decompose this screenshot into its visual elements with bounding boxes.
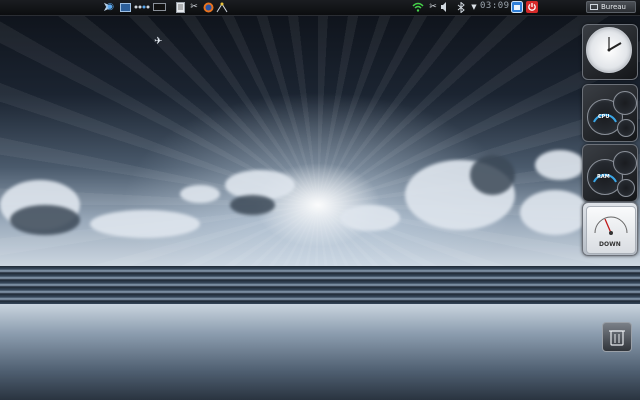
cloud xyxy=(90,210,200,238)
scissors-icon[interactable]: ✂ xyxy=(427,1,439,13)
cpu-secondary-dial xyxy=(613,91,637,115)
document-icon[interactable] xyxy=(174,1,186,13)
clock-gadget[interactable] xyxy=(582,24,638,80)
ram-small-dial xyxy=(617,179,635,197)
network-tool-icon[interactable] xyxy=(216,1,228,13)
show-desktop-label: Bureau xyxy=(601,3,626,11)
desktop-icon xyxy=(590,4,598,10)
volume-icon[interactable] xyxy=(439,1,451,13)
wifi-icon[interactable] xyxy=(412,1,424,13)
beach xyxy=(0,304,640,400)
arrow-down-icon[interactable]: ▼ xyxy=(468,1,480,13)
ram-label: RAM xyxy=(597,174,610,180)
download-label: DOWN xyxy=(599,241,621,248)
panel-clock[interactable]: 03:09 xyxy=(480,1,510,11)
show-desktop-button[interactable]: Bureau xyxy=(586,1,636,13)
cloud xyxy=(10,205,80,235)
desktop-wallpaper: ✈ xyxy=(0,0,640,400)
download-meter: DOWN xyxy=(586,206,636,254)
screen-icon[interactable] xyxy=(152,1,166,13)
power-icon[interactable] xyxy=(526,1,538,13)
trash-icon[interactable] xyxy=(602,322,632,352)
ram-gauge-gadget[interactable]: RAM xyxy=(582,144,638,202)
cloud xyxy=(180,185,220,203)
cloud xyxy=(340,205,400,231)
sea xyxy=(0,266,640,306)
ram-secondary-dial xyxy=(613,151,637,175)
firefox-icon[interactable] xyxy=(202,1,214,13)
screenshot-icon[interactable] xyxy=(511,1,523,13)
cpu-gauge-gadget[interactable]: CPU xyxy=(582,84,638,142)
cloud xyxy=(230,195,275,215)
app-menu-circle-icon: ◉ xyxy=(106,2,114,12)
window-icon[interactable] xyxy=(119,1,131,13)
pager-icon[interactable] xyxy=(134,1,150,13)
top-panel: ➤ ◉ ✂ ✂ ▼ 03:09 Bureau xyxy=(0,0,640,16)
cloud xyxy=(535,150,585,180)
bluetooth-icon[interactable] xyxy=(455,1,467,13)
seagull: ✈ xyxy=(154,36,163,47)
cloud xyxy=(520,190,590,235)
cloud xyxy=(470,155,515,195)
analog-clock xyxy=(586,27,632,73)
cpu-small-dial xyxy=(617,119,635,137)
cpu-label: CPU xyxy=(598,114,610,120)
tools-icon[interactable]: ✂ xyxy=(188,1,200,13)
network-meter-gadget[interactable]: DOWN xyxy=(582,202,638,256)
